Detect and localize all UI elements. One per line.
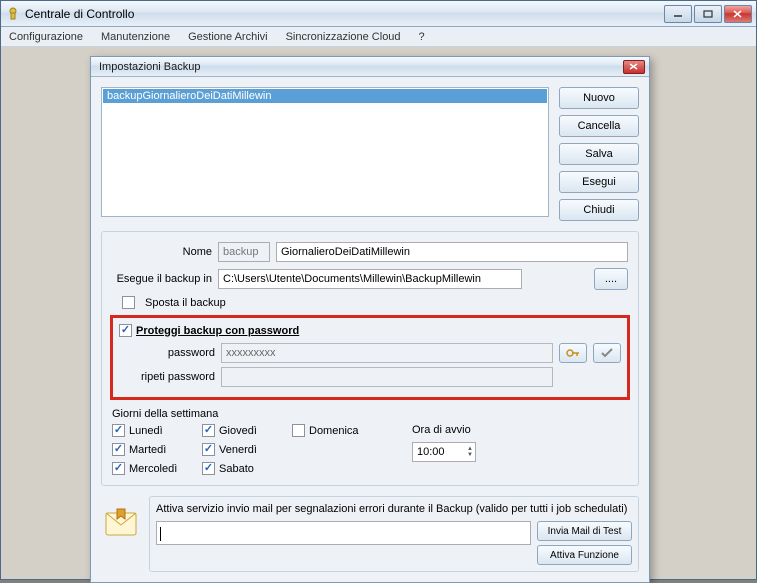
giovedi-label: Giovedì bbox=[219, 425, 257, 437]
dialog-title: Impostazioni Backup bbox=[99, 61, 623, 73]
martedi-label: Martedì bbox=[129, 444, 166, 456]
protect-checkbox[interactable] bbox=[119, 324, 132, 337]
venerdi-label: Venerdì bbox=[219, 444, 257, 456]
mercoledi-checkbox[interactable] bbox=[112, 462, 125, 475]
avvio-time-input[interactable]: 10:00 ▲▼ bbox=[412, 442, 476, 462]
days-title: Giorni della settimana bbox=[112, 408, 628, 420]
repeat-password-input[interactable] bbox=[221, 367, 553, 387]
browse-button[interactable]: .... bbox=[594, 268, 628, 290]
lunedi-checkbox[interactable] bbox=[112, 424, 125, 437]
nuovo-button[interactable]: Nuovo bbox=[559, 87, 639, 109]
lunedi-label: Lunedì bbox=[129, 425, 163, 437]
domenica-label: Domenica bbox=[309, 425, 359, 437]
martedi-checkbox[interactable] bbox=[112, 443, 125, 456]
close-button[interactable] bbox=[724, 5, 752, 23]
password-key-button[interactable] bbox=[559, 343, 587, 363]
menubar: Configurazione Manutenzione Gestione Arc… bbox=[1, 27, 756, 47]
backup-jobs-listbox[interactable]: backupGiornalieroDeiDatiMillewin bbox=[101, 87, 549, 217]
menu-manutenzione[interactable]: Manutenzione bbox=[101, 31, 170, 43]
mercoledi-label: Mercoledì bbox=[129, 463, 177, 475]
nome-prefix-field: backup bbox=[218, 242, 270, 262]
dialog-close-button[interactable] bbox=[623, 60, 645, 74]
avvio-label: Ora di avvio bbox=[412, 424, 471, 436]
minimize-button[interactable] bbox=[664, 5, 692, 23]
list-item[interactable]: backupGiornalieroDeiDatiMillewin bbox=[103, 89, 547, 103]
chiudi-button[interactable]: Chiudi bbox=[559, 199, 639, 221]
mail-test-button[interactable]: Invia Mail di Test bbox=[537, 521, 632, 541]
nome-input[interactable] bbox=[276, 242, 628, 262]
cancella-button[interactable]: Cancella bbox=[559, 115, 639, 137]
mail-input[interactable] bbox=[156, 521, 531, 545]
sposta-label: Sposta il backup bbox=[145, 297, 226, 309]
menu-sincronizzazione[interactable]: Sincronizzazione Cloud bbox=[286, 31, 401, 43]
nome-label: Nome bbox=[112, 246, 212, 258]
giovedi-checkbox[interactable] bbox=[202, 424, 215, 437]
password-input[interactable] bbox=[221, 343, 553, 363]
venerdi-checkbox[interactable] bbox=[202, 443, 215, 456]
menu-help[interactable]: ? bbox=[419, 31, 425, 43]
client-area: Impostazioni Backup backupGiornalieroDei… bbox=[1, 47, 756, 579]
domenica-checkbox[interactable] bbox=[292, 424, 305, 437]
password-confirm-button[interactable] bbox=[593, 343, 621, 363]
mail-attiva-button[interactable]: Attiva Funzione bbox=[537, 545, 632, 565]
highlight-box: Proteggi backup con password password bbox=[110, 315, 630, 400]
protect-label: Proteggi backup con password bbox=[136, 325, 299, 337]
main-titlebar: Centrale di Controllo bbox=[1, 1, 756, 27]
maximize-button[interactable] bbox=[694, 5, 722, 23]
backup-dialog: Impostazioni Backup backupGiornalieroDei… bbox=[90, 56, 650, 583]
esegue-input[interactable] bbox=[218, 269, 522, 289]
sposta-checkbox[interactable] bbox=[122, 296, 135, 309]
time-spinner[interactable]: ▲▼ bbox=[467, 446, 473, 458]
repeat-password-label: ripeti password bbox=[115, 371, 215, 383]
mail-caption: Attiva servizio invio mail per segnalazi… bbox=[156, 503, 632, 515]
mail-icon bbox=[101, 502, 141, 542]
password-label: password bbox=[115, 347, 215, 359]
salva-button[interactable]: Salva bbox=[559, 143, 639, 165]
app-icon bbox=[5, 6, 21, 22]
main-window: Centrale di Controllo Configurazione Man… bbox=[0, 0, 757, 580]
sabato-checkbox[interactable] bbox=[202, 462, 215, 475]
sabato-label: Sabato bbox=[219, 463, 254, 475]
esegui-button[interactable]: Esegui bbox=[559, 171, 639, 193]
menu-configurazione[interactable]: Configurazione bbox=[9, 31, 83, 43]
esegue-label: Esegue il backup in bbox=[112, 273, 212, 285]
avvio-time-value: 10:00 bbox=[417, 446, 445, 458]
menu-gestione-archivi[interactable]: Gestione Archivi bbox=[188, 31, 267, 43]
window-title: Centrale di Controllo bbox=[25, 7, 664, 21]
dialog-titlebar: Impostazioni Backup bbox=[91, 57, 649, 77]
